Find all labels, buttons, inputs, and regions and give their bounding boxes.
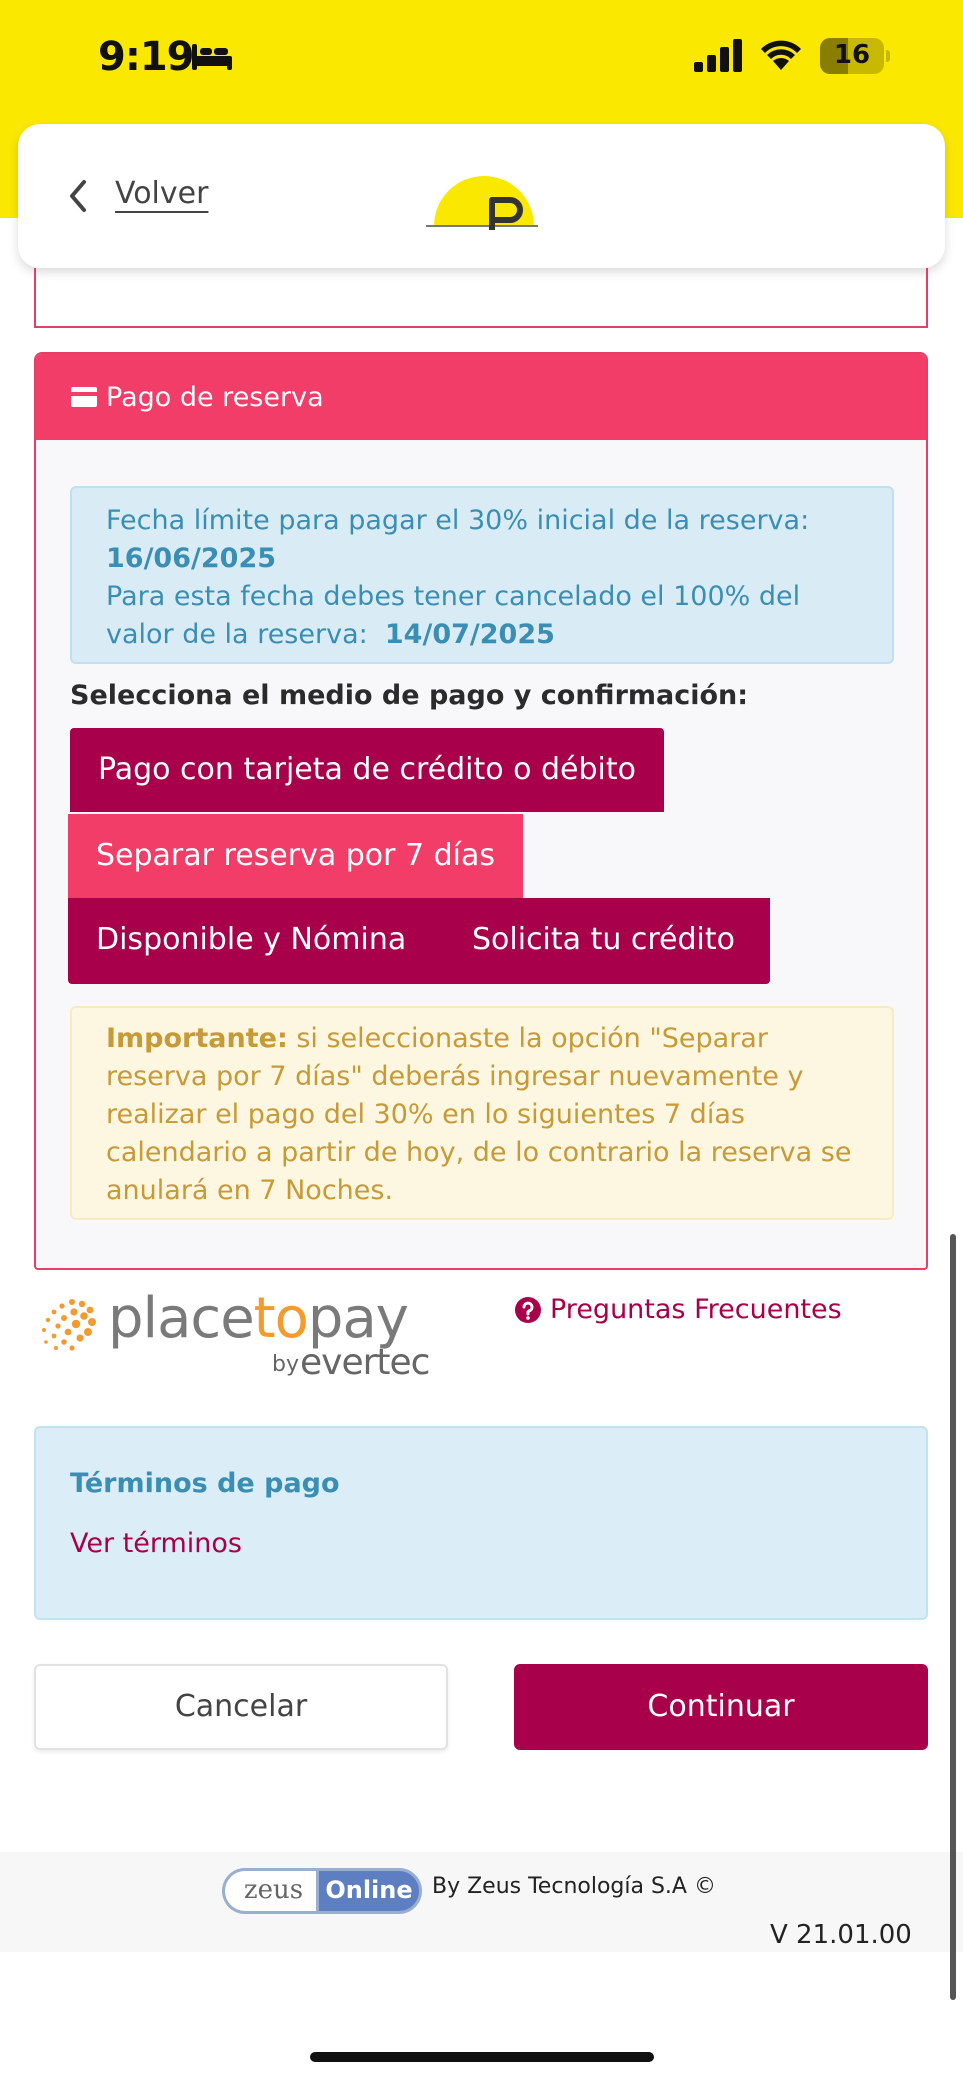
battery-level: 16 xyxy=(833,40,871,70)
important-notice-prefix: Importante: xyxy=(106,1023,288,1054)
payroll-payment-button[interactable]: Disponible y Nómina xyxy=(68,898,434,984)
hold-reservation-button[interactable]: Separar reserva por 7 días xyxy=(68,814,524,898)
back-link[interactable]: Volver xyxy=(115,176,208,211)
payment-card-title: Pago de reserva xyxy=(106,382,324,413)
payment-deadline-info: Fecha límite para pagar el 30% inicial d… xyxy=(70,486,894,664)
payment-card-header: Pago de reserva xyxy=(36,354,926,440)
faq-label: Preguntas Frecuentes xyxy=(550,1294,842,1325)
top-nav-card: Volver xyxy=(18,124,945,268)
question-circle-icon xyxy=(515,1297,541,1323)
payment-terms-title: Términos de pago xyxy=(70,1468,340,1499)
battery-icon: 16 xyxy=(820,38,890,74)
app-version: V 21.01.00 xyxy=(770,1920,912,1950)
status-time: 9:19 xyxy=(98,34,194,80)
home-indicator[interactable] xyxy=(310,2052,654,2062)
view-terms-link[interactable]: Ver términos xyxy=(70,1528,242,1559)
deadline-initial-date: 16/06/2025 xyxy=(106,543,277,574)
bed-icon xyxy=(192,44,232,70)
evertec-wordmark: evertec xyxy=(300,1342,430,1383)
deadline-full-date: 14/07/2025 xyxy=(384,619,555,650)
placetopay-dots-icon xyxy=(42,1299,96,1351)
scrollbar[interactable] xyxy=(950,1234,956,2000)
cancel-button[interactable]: Cancelar xyxy=(34,1664,448,1750)
zeus-logo-right: Online xyxy=(316,1868,422,1914)
cellular-signal-icon xyxy=(694,39,742,72)
credit-card-icon xyxy=(71,387,97,407)
zeus-online-logo: zeus Online xyxy=(222,1868,422,1914)
footer-credit: By Zeus Tecnología S.A © xyxy=(432,1874,716,1899)
wifi-icon xyxy=(761,40,801,70)
placetopay-by: by xyxy=(272,1352,299,1377)
chevron-left-icon[interactable] xyxy=(66,178,90,214)
request-credit-button[interactable]: Solicita tu crédito xyxy=(444,898,763,984)
payment-card: Pago de reserva Fecha límite para pagar … xyxy=(34,352,928,1270)
placetopay-logo: placetopay by evertec xyxy=(36,1286,456,1390)
card-payment-button[interactable]: Pago con tarjeta de crédito o débito xyxy=(70,728,664,812)
payment-terms-box: Términos de pago Ver términos xyxy=(34,1426,928,1620)
deadline-initial-text: Fecha límite para pagar el 30% inicial d… xyxy=(106,505,810,536)
footer: zeus Online By Zeus Tecnología S.A © V 2… xyxy=(0,1852,963,1952)
payment-options-row: Disponible y Nómina Solicita tu crédito xyxy=(68,898,770,984)
continue-button[interactable]: Continuar xyxy=(514,1664,928,1750)
previous-section-card xyxy=(34,268,928,328)
brand-logo xyxy=(426,176,538,230)
important-notice: Importante: si seleccionaste la opción "… xyxy=(70,1006,894,1220)
payment-method-label: Selecciona el medio de pago y confirmaci… xyxy=(70,680,749,711)
zeus-logo-left: zeus xyxy=(222,1868,322,1914)
